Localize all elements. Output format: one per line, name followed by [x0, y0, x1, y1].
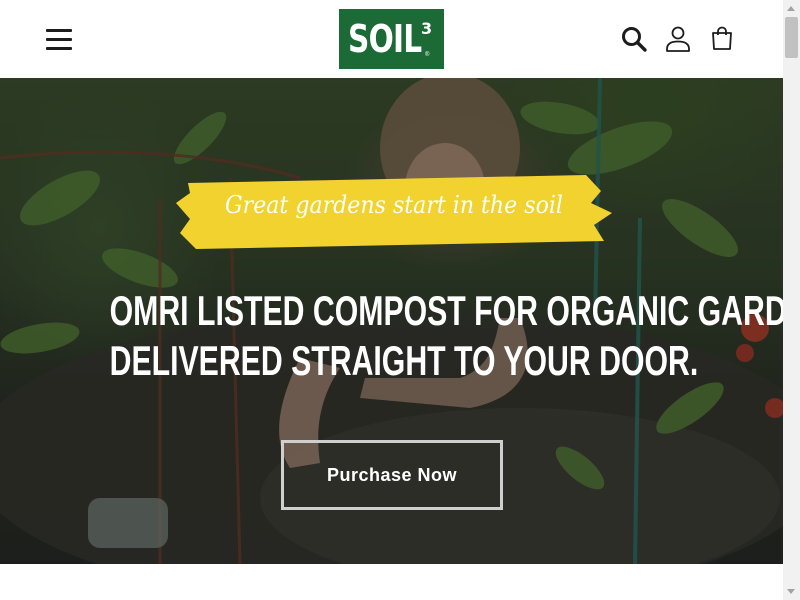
scrollbar-thumb[interactable]	[785, 17, 798, 58]
menu-button[interactable]	[44, 26, 74, 54]
page-scrollbar[interactable]	[783, 0, 800, 600]
site-header: SOIL 3 ®	[0, 0, 783, 78]
shopping-bag-icon	[712, 26, 732, 50]
logo-registered-mark: ®	[425, 52, 430, 58]
menu-icon-bar	[46, 38, 72, 41]
scroll-down-arrow-icon[interactable]	[783, 583, 800, 600]
menu-icon-bar	[46, 47, 72, 50]
headline-line-1: OMRI LISTED COMPOST FOR ORGANIC GARDENIN…	[109, 287, 783, 334]
logo-text: SOIL	[348, 17, 422, 61]
search-icon	[622, 27, 647, 52]
site-logo[interactable]: SOIL 3 ®	[339, 9, 444, 69]
page: SOIL 3 ® Great gardens start in the soil…	[0, 0, 783, 600]
tagline-banner: Great gardens start in the soil	[176, 173, 612, 251]
search-button[interactable]	[619, 24, 649, 54]
cart-button[interactable]	[707, 24, 737, 54]
purchase-now-button[interactable]: Purchase Now	[281, 440, 503, 510]
menu-icon-bar	[46, 29, 72, 32]
hero-headline: OMRI LISTED COMPOST FOR ORGANIC GARDENIN…	[0, 286, 783, 386]
user-account-icon	[666, 26, 690, 52]
scroll-up-arrow-icon[interactable]	[783, 0, 800, 17]
hero-banner: Great gardens start in the soil OMRI LIS…	[0, 78, 783, 564]
logo-superscript: 3	[421, 19, 433, 38]
tagline-text: Great gardens start in the soil	[225, 191, 563, 219]
account-button[interactable]	[663, 24, 693, 54]
headline-line-2: DELIVERED STRAIGHT TO YOUR DOOR.	[109, 337, 699, 384]
